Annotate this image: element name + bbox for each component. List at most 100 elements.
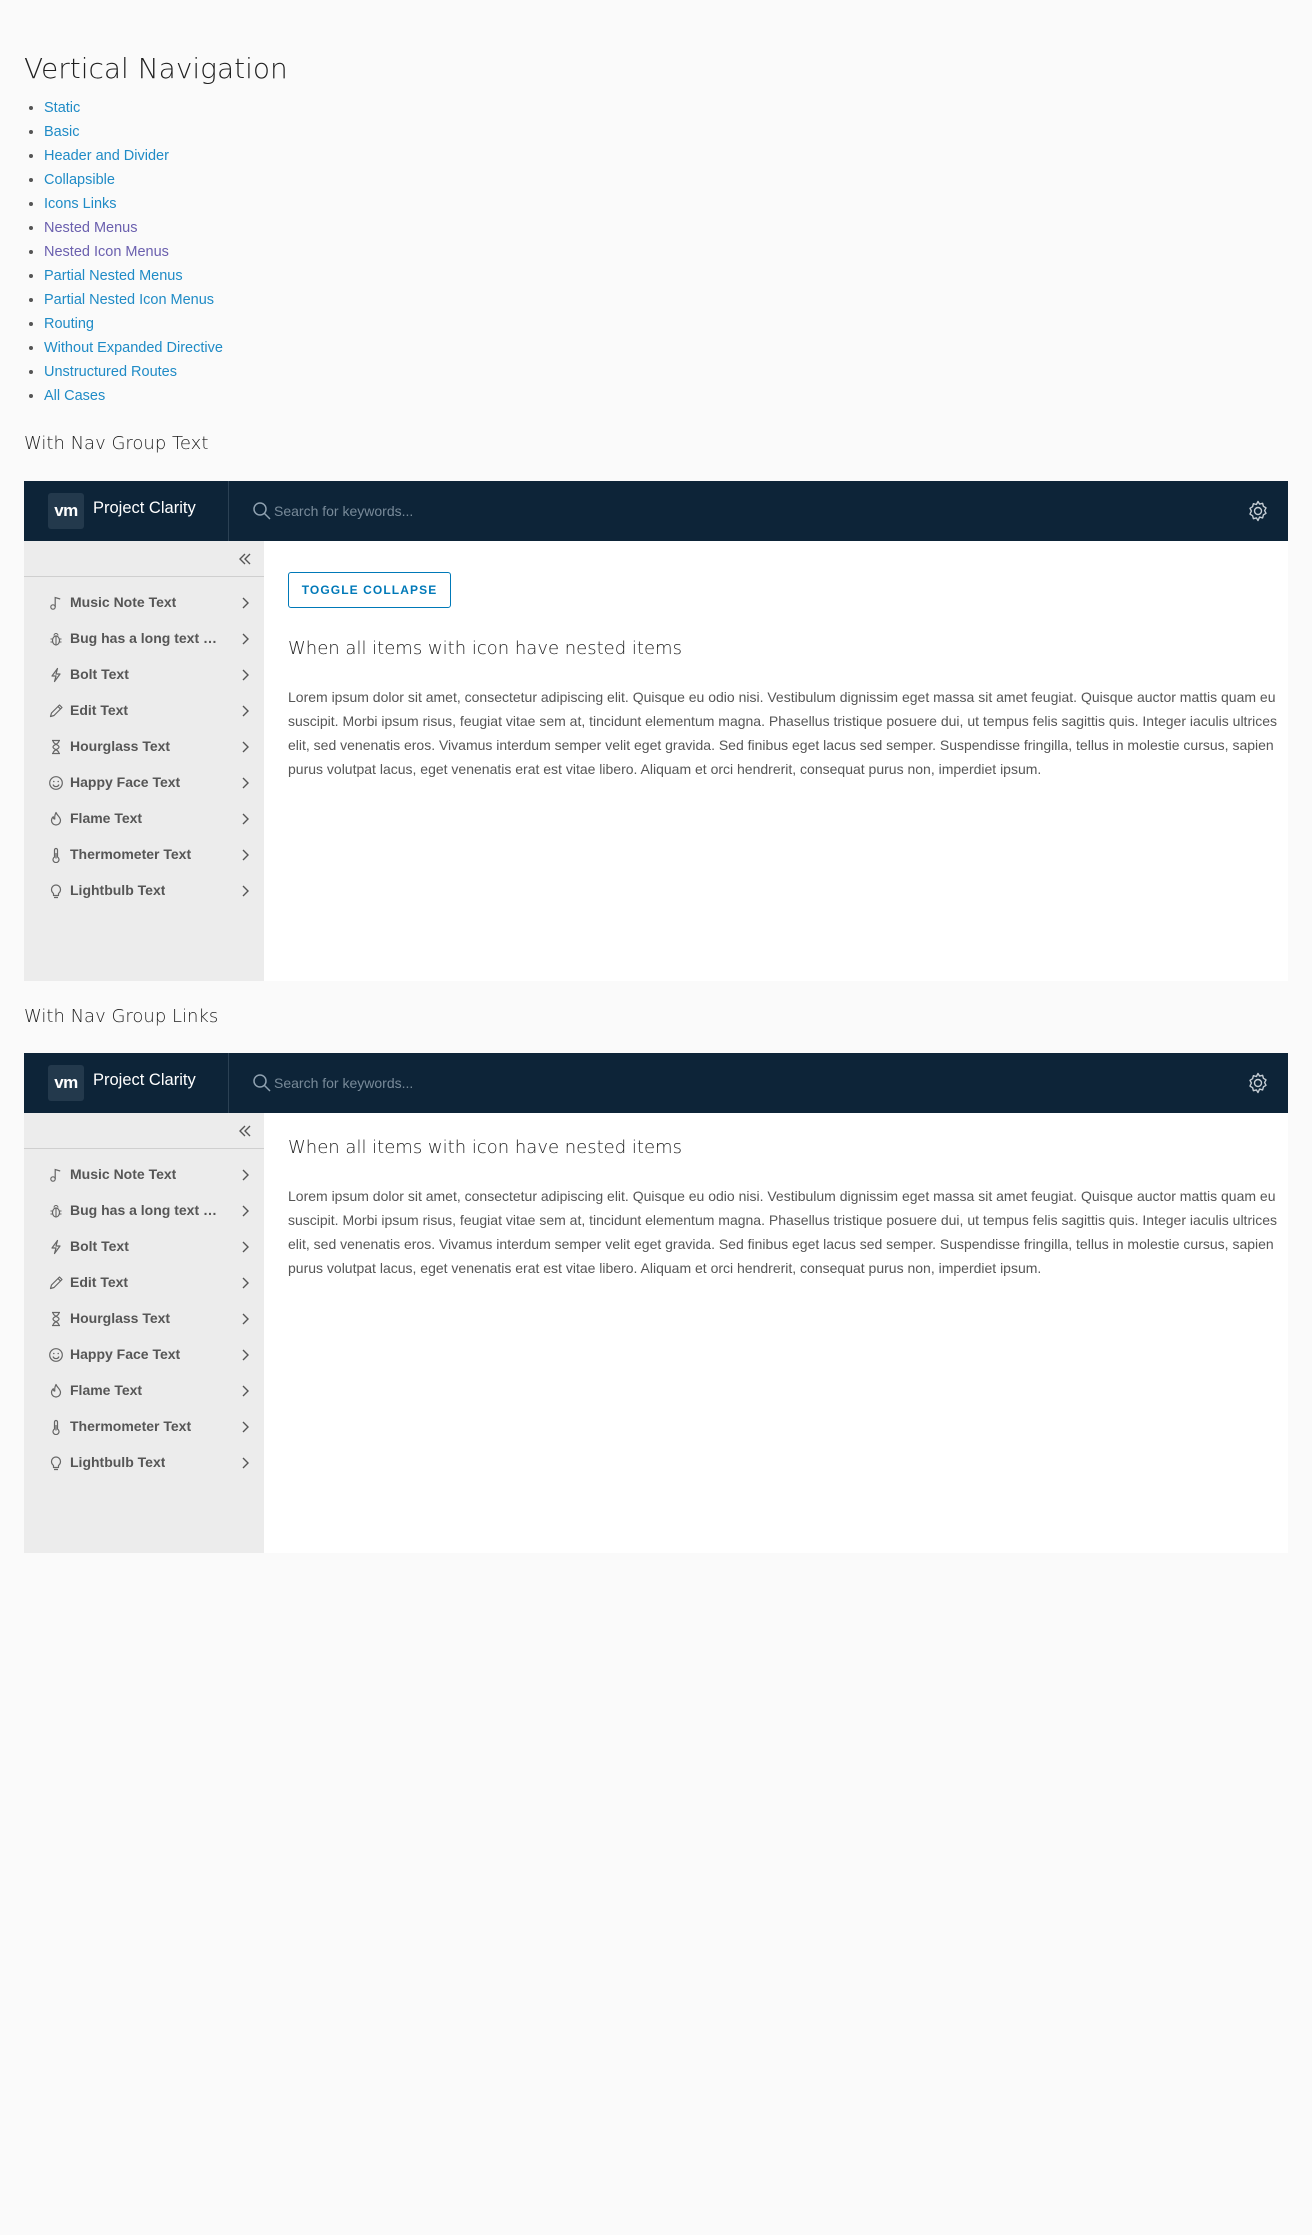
link-partial-nested-icon-menus[interactable]: Partial Nested Icon Menus [44, 292, 214, 308]
nav-group-label: Lightbulb Text [70, 1454, 166, 1470]
nav-group-edit[interactable]: Edit Text [24, 1265, 264, 1301]
nav-group-music-note[interactable]: Music Note Text [24, 1157, 264, 1193]
link-static[interactable]: Static [44, 100, 80, 116]
link-all-cases[interactable]: All Cases [44, 388, 105, 404]
search-icon [253, 1074, 271, 1092]
link-icons-links[interactable]: Icons Links [44, 196, 117, 212]
double-chevron-left-icon[interactable] [236, 550, 254, 568]
happy-face-icon [49, 776, 63, 790]
link-nested-icon-menus[interactable]: Nested Icon Menus [44, 244, 169, 260]
nav-group-bolt[interactable]: Bolt Text [24, 657, 264, 693]
brand-name: Project Clarity [93, 499, 196, 517]
nav-group-bug[interactable]: Bug has a long text that will be truncat… [24, 621, 264, 657]
nav-group-thermometer[interactable]: Thermometer Text [24, 1409, 264, 1445]
link-partial-nested-menus[interactable]: Partial Nested Menus [44, 268, 183, 284]
vertical-nav: Music Note Text Bug has a long text that… [24, 1113, 264, 1553]
nav-group-label: Bug has a long text that will be truncat… [70, 1202, 220, 1218]
hourglass-icon [52, 1311, 60, 1327]
nav-group-flame[interactable]: Flame Text [24, 801, 264, 837]
vertical-nav: Music Note Text Bug has a long text that… [24, 541, 264, 981]
toggle-collapse-button[interactable]: TOGGLE COLLAPSE [288, 572, 451, 608]
hourglass-icon [52, 739, 60, 755]
nav-group-label: Edit Text [70, 702, 129, 718]
nav-group-label: Bolt Text [70, 1238, 129, 1254]
nav-collapse-bar [24, 1113, 264, 1149]
nav-group-list: Music Note Text Bug has a long text that… [24, 1157, 264, 1481]
music-note-icon [50, 1168, 61, 1182]
list-item: Partial Nested Menus [44, 266, 223, 290]
list-item: Static [44, 98, 223, 122]
nav-group-bug[interactable]: Bug has a long text that will be truncat… [24, 1193, 264, 1229]
gear-icon[interactable] [1246, 499, 1270, 523]
list-item: All Cases [44, 386, 223, 410]
nav-group-label: Music Note Text [70, 1166, 177, 1182]
brand[interactable]: vm Project Clarity [24, 481, 229, 541]
content-title: When all items with icon have nested ite… [288, 638, 682, 659]
chevron-right-icon [242, 1349, 249, 1361]
chevron-right-icon [242, 1421, 249, 1433]
example-links: Static Basic Header and Divider Collapsi… [44, 98, 223, 410]
nav-group-label: Thermometer Text [70, 846, 192, 862]
brand[interactable]: vm Project Clarity [24, 1053, 229, 1113]
content-paragraph: Lorem ipsum dolor sit amet, consectetur … [288, 689, 1278, 777]
search-input[interactable] [274, 1069, 874, 1097]
nav-group-lightbulb[interactable]: Lightbulb Text [24, 1445, 264, 1481]
link-without-expanded-directive[interactable]: Without Expanded Directive [44, 340, 223, 356]
content-title: When all items with icon have nested ite… [288, 1137, 682, 1158]
list-item: Collapsible [44, 170, 223, 194]
link-header-and-divider[interactable]: Header and Divider [44, 148, 169, 164]
nav-group-lightbulb[interactable]: Lightbulb Text [24, 873, 264, 909]
nav-group-label: Music Note Text [70, 594, 177, 610]
list-item: Partial Nested Icon Menus [44, 290, 223, 314]
thermometer-icon [52, 1419, 60, 1435]
chevron-right-icon [242, 633, 249, 645]
chevron-right-icon [242, 741, 249, 753]
nav-group-label: Hourglass Text [70, 1310, 171, 1326]
nav-group-hourglass[interactable]: Hourglass Text [24, 729, 264, 765]
nav-group-bolt[interactable]: Bolt Text [24, 1229, 264, 1265]
bolt-icon [51, 1239, 61, 1255]
vm-logo: vm [48, 493, 84, 529]
list-item: Without Expanded Directive [44, 338, 223, 362]
app-header: vm Project Clarity [24, 481, 1288, 541]
link-collapsible[interactable]: Collapsible [44, 172, 115, 188]
nav-group-hourglass[interactable]: Hourglass Text [24, 1301, 264, 1337]
link-unstructured-routes[interactable]: Unstructured Routes [44, 364, 177, 380]
search-icon [253, 502, 271, 520]
chevron-right-icon [242, 1169, 249, 1181]
double-chevron-left-icon[interactable] [236, 1122, 254, 1140]
section-title-nav-group-links: With Nav Group Links [24, 1006, 219, 1027]
nav-group-label: Hourglass Text [70, 738, 171, 754]
nav-group-label: Happy Face Text [70, 1346, 181, 1362]
link-basic[interactable]: Basic [44, 124, 79, 140]
nav-group-label: Bolt Text [70, 666, 129, 682]
nav-group-flame[interactable]: Flame Text [24, 1373, 264, 1409]
content-paragraph: Lorem ipsum dolor sit amet, consectetur … [288, 1188, 1278, 1276]
search-input[interactable] [274, 497, 874, 525]
nav-group-happy-face[interactable]: Happy Face Text [24, 765, 264, 801]
nav-group-happy-face[interactable]: Happy Face Text [24, 1337, 264, 1373]
chevron-right-icon [242, 705, 249, 717]
chevron-right-icon [242, 1313, 249, 1325]
gear-icon[interactable] [1246, 1071, 1270, 1095]
vm-logo: vm [48, 1065, 84, 1101]
list-item: Basic [44, 122, 223, 146]
nav-group-edit[interactable]: Edit Text [24, 693, 264, 729]
app-header: vm Project Clarity [24, 1053, 1288, 1113]
nav-group-label: Happy Face Text [70, 774, 181, 790]
chevron-right-icon [242, 669, 249, 681]
nav-group-label: Edit Text [70, 1274, 129, 1290]
nav-group-thermometer[interactable]: Thermometer Text [24, 837, 264, 873]
music-note-icon [50, 596, 61, 610]
list-item: Nested Icon Menus [44, 242, 223, 266]
chevron-right-icon [242, 1241, 249, 1253]
link-nested-menus[interactable]: Nested Menus [44, 220, 138, 236]
link-routing[interactable]: Routing [44, 316, 94, 332]
happy-face-icon [49, 1348, 63, 1362]
list-item: Unstructured Routes [44, 362, 223, 386]
bug-icon [50, 632, 62, 646]
chevron-right-icon [242, 597, 249, 609]
nav-group-music-note[interactable]: Music Note Text [24, 585, 264, 621]
nav-group-list: Music Note Text Bug has a long text that… [24, 585, 264, 909]
list-item: Nested Menus [44, 218, 223, 242]
